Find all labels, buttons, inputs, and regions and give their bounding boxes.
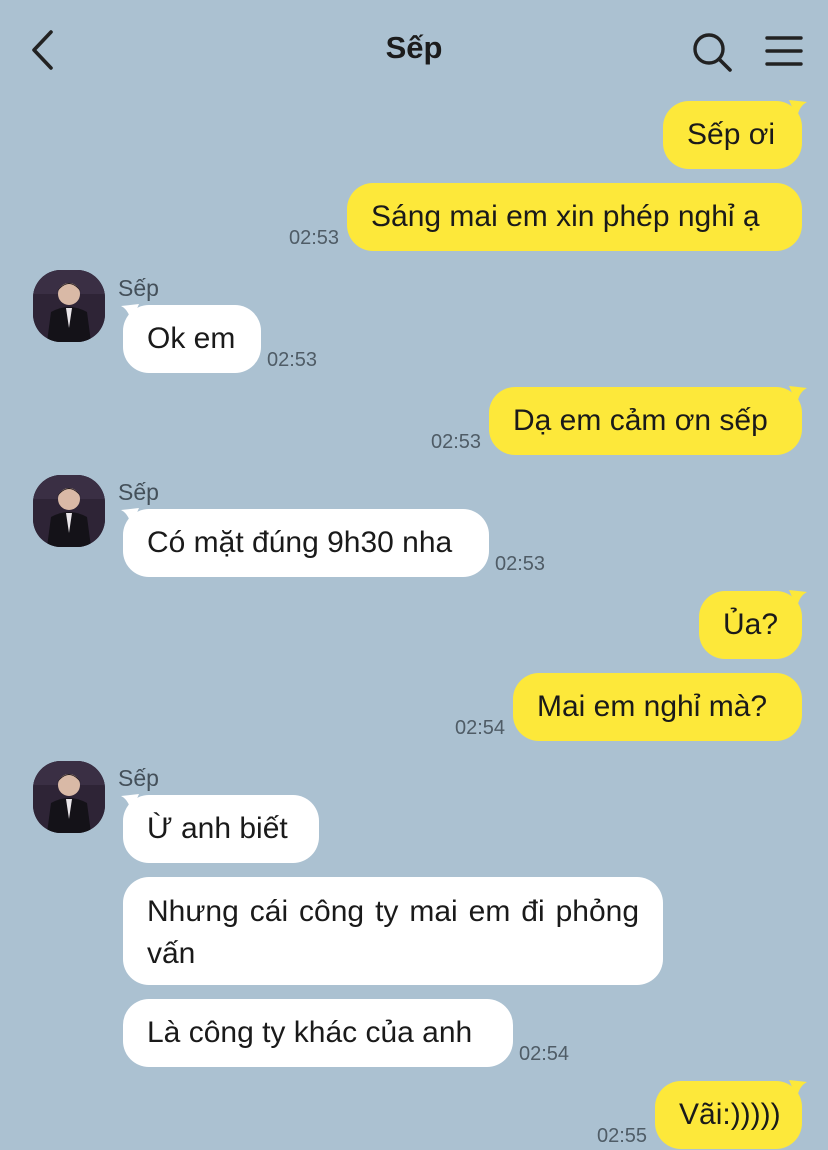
- sender-name: Sếp: [118, 765, 159, 791]
- incoming-message-bubble[interactable]: Ừ anh biết: [123, 795, 319, 863]
- outgoing-message-bubble[interactable]: Sáng mai em xin phép nghỉ ạ: [347, 183, 802, 251]
- chat-header: Sếp: [0, 0, 828, 100]
- outgoing-message-bubble[interactable]: Mai em nghỉ mà?: [513, 673, 802, 741]
- sender-avatar[interactable]: [33, 761, 105, 833]
- menu-icon[interactable]: [764, 34, 804, 68]
- bubble-tail: [789, 590, 807, 608]
- bubble-tail: [789, 100, 807, 118]
- sender-avatar[interactable]: [33, 270, 105, 342]
- message-timestamp: 02:53: [495, 553, 546, 575]
- sender-name: Sếp: [118, 275, 159, 301]
- outgoing-message-bubble[interactable]: Dạ em cảm ơn sếp: [489, 387, 802, 455]
- sender-avatar[interactable]: [33, 475, 105, 547]
- outgoing-message-bubble[interactable]: Vãi:))))): [655, 1081, 802, 1149]
- search-icon[interactable]: [690, 30, 734, 74]
- message-timestamp: 02:54: [455, 717, 506, 739]
- incoming-message-bubble[interactable]: Có mặt đúng 9h30 nha: [123, 509, 489, 577]
- bubble-tail: [789, 1080, 807, 1098]
- outgoing-message-bubble[interactable]: Sếp ơi: [663, 101, 802, 169]
- outgoing-message-bubble[interactable]: Ủa?: [699, 591, 802, 659]
- message-timestamp: 02:54: [519, 1043, 570, 1065]
- incoming-message-bubble[interactable]: Là công ty khác của anh: [123, 999, 513, 1067]
- message-timestamp: 02:53: [289, 227, 340, 249]
- bubble-tail: [789, 386, 807, 404]
- back-arrow-icon[interactable]: [26, 28, 62, 72]
- incoming-message-bubble[interactable]: Nhưng cái công ty mai em đi phỏng vấn: [123, 877, 663, 985]
- incoming-message-bubble[interactable]: Ok em: [123, 305, 261, 373]
- message-timestamp: 02:53: [267, 349, 318, 371]
- sender-name: Sếp: [118, 479, 159, 505]
- message-timestamp: 02:53: [431, 431, 482, 453]
- message-timestamp: 02:55: [597, 1125, 648, 1147]
